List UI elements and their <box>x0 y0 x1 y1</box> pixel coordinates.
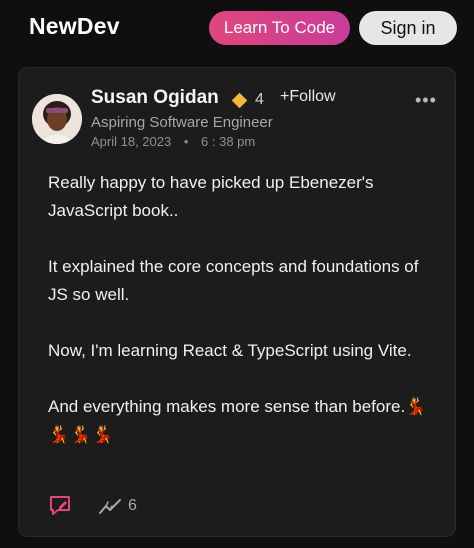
meta-separator: • <box>183 134 189 149</box>
reputation: 4 <box>231 90 264 110</box>
post-paragraph-last: And everything makes more sense than bef… <box>48 393 443 449</box>
post-paragraph: It explained the core concepts and found… <box>48 257 419 304</box>
trending-stat[interactable]: 6 <box>98 497 137 515</box>
post-body: Really happy to have picked up Ebenezer'… <box>48 169 443 449</box>
author-title: Aspiring Software Engineer <box>91 114 273 131</box>
brand-logo[interactable]: NewDev <box>29 13 120 40</box>
post-paragraph: Really happy to have picked up Ebenezer'… <box>48 173 374 220</box>
post-actions: 6 <box>48 494 137 518</box>
top-navbar: NewDev Learn To Code Sign in <box>0 0 474 60</box>
sign-in-button[interactable]: Sign in <box>359 11 457 45</box>
learn-to-code-button[interactable]: Learn To Code <box>209 11 350 45</box>
post-paragraph: Now, I'm learning React & TypeScript usi… <box>48 341 412 360</box>
diamond-icon <box>231 92 248 108</box>
trending-icon <box>99 499 121 514</box>
comment-edit-icon[interactable] <box>48 494 72 518</box>
post-paragraph-text: And everything makes more sense than bef… <box>48 397 406 416</box>
reputation-count: 4 <box>255 91 264 108</box>
trending-count: 6 <box>128 497 137 514</box>
post-card: Susan Ogidan 4 +Follow ••• Aspiring Soft… <box>18 67 456 537</box>
more-options-icon[interactable]: ••• <box>415 90 437 111</box>
follow-button[interactable]: +Follow <box>280 88 336 106</box>
post-time: 6 : 38 pm <box>201 134 256 149</box>
author-name[interactable]: Susan Ogidan <box>91 87 219 109</box>
avatar[interactable] <box>32 94 82 144</box>
post-date: April 18, 2023 <box>91 134 172 149</box>
post-meta: April 18, 2023 • 6 : 38 pm <box>91 134 255 149</box>
avatar-image <box>32 94 82 144</box>
